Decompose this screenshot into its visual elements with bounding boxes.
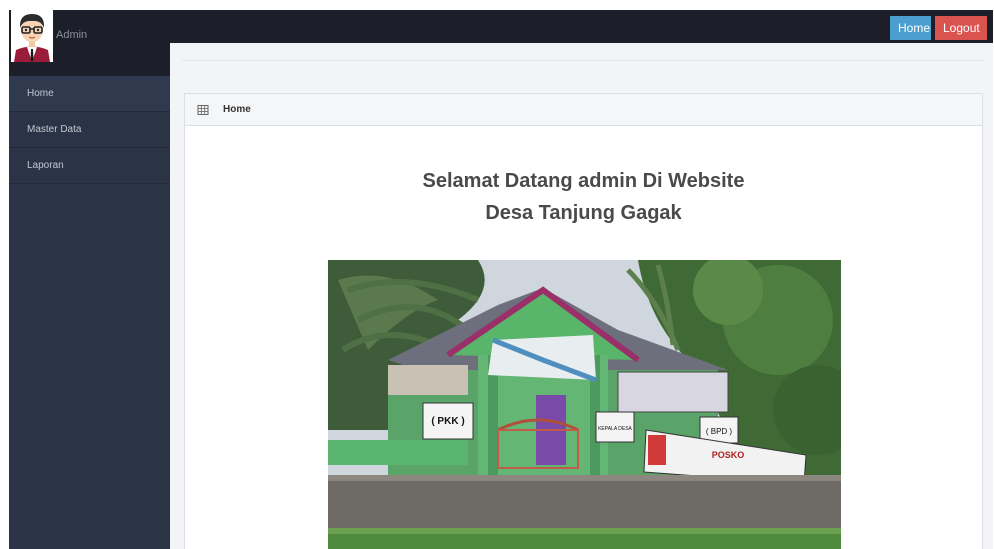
- breadcrumb-title: Home: [223, 104, 251, 115]
- pkk-sign-text: ( PKK ): [431, 416, 464, 427]
- app-frame: Home Logout Admin Home Master Data Lapor…: [9, 10, 993, 549]
- home-button[interactable]: Home: [890, 16, 931, 40]
- sidebar: Home Master Data Laporan: [9, 76, 170, 549]
- logout-button[interactable]: Logout: [935, 16, 987, 40]
- welcome-heading: Selamat Datang admin Di Website: [422, 170, 745, 192]
- posko-banner-text: POSKO: [712, 450, 745, 460]
- sidebar-item-home[interactable]: Home: [9, 76, 170, 112]
- sidebar-item-master-data[interactable]: Master Data: [9, 112, 170, 148]
- sidebar-item-laporan[interactable]: Laporan: [9, 148, 170, 184]
- village-office-photo: ( PKK ) KEPALA DESA ( BPD ) POSKO: [328, 260, 841, 549]
- welcome-subheading: Desa Tanjung Gagak: [485, 202, 682, 224]
- home-panel: Home Selamat Datang admin Di Website Des…: [184, 93, 983, 549]
- breadcrumb: Home: [185, 94, 982, 126]
- main-content: Home Selamat Datang admin Di Website Des…: [170, 43, 993, 549]
- user-panel: Admin: [9, 10, 170, 76]
- admin-name: Admin: [56, 29, 88, 41]
- bpd-sign-text: ( BPD ): [706, 427, 733, 436]
- divider: [182, 60, 985, 61]
- kepala-desa-sign-text: KEPALA DESA: [598, 426, 632, 432]
- avatar[interactable]: [11, 10, 53, 62]
- navbar-actions: Home Logout: [890, 16, 987, 40]
- table-icon: [197, 104, 209, 115]
